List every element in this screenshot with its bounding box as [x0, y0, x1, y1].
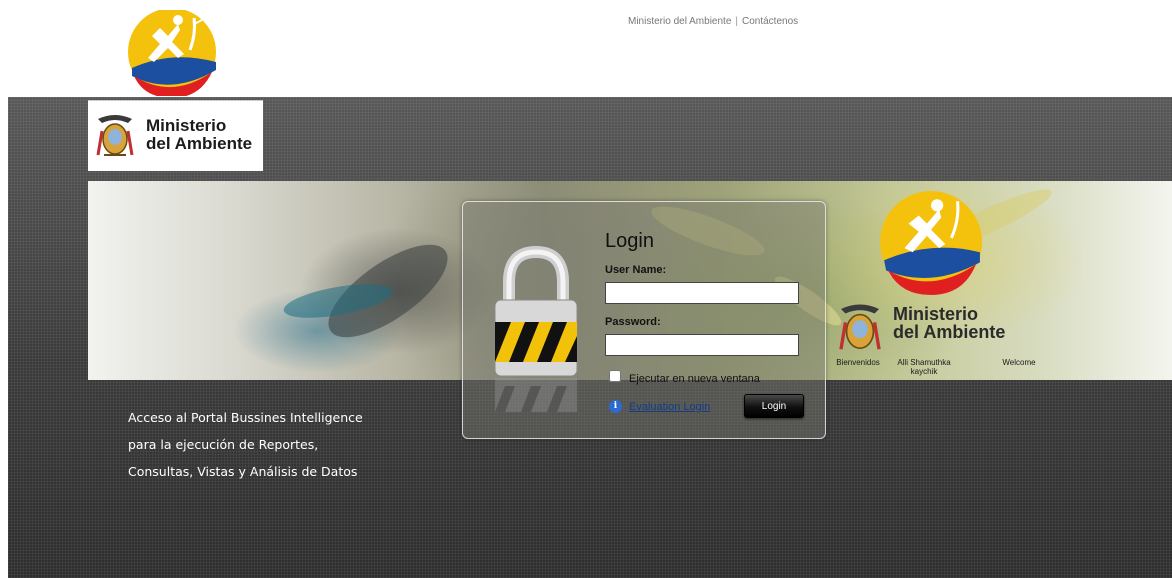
greeting-welcome: Welcome [1002, 358, 1036, 367]
greeting-kichwa: Alli Shamuthka kaychik [897, 358, 951, 376]
portal-description: Acceso al Portal Bussines Intelligence p… [128, 404, 458, 485]
padlock-icon [494, 246, 578, 412]
ecuador-logo-icon [128, 10, 216, 96]
greeting-bienvenidos: Bienvenidos [836, 358, 880, 367]
login-panel: Login User Name: Password: Ejecutar en n… [462, 201, 826, 439]
description-line: para la ejecución de Reportes, [128, 437, 319, 452]
description-line: Acceso al Portal Bussines Intelligence [128, 410, 363, 425]
info-icon: i [609, 400, 622, 413]
username-label: User Name: [605, 264, 667, 276]
link-separator: | [735, 16, 738, 27]
username-input[interactable] [605, 282, 799, 304]
banner-ecuador-logo-icon [880, 191, 982, 295]
login-title: Login [605, 230, 654, 252]
ministry-brand-box: Ministerio del Ambiente [88, 100, 263, 171]
banner-ministry-name: Ministerio del Ambiente [893, 305, 1005, 341]
banner-ministry-line1: Ministerio [893, 304, 979, 324]
banner-coat-of-arms-icon [839, 304, 881, 350]
password-input[interactable] [605, 334, 799, 356]
new-window-checkbox[interactable] [609, 370, 621, 382]
header-links: Ministerio del Ambiente | Contáctenos [628, 16, 798, 27]
login-button[interactable]: Login [744, 394, 804, 418]
link-ministerio[interactable]: Ministerio del Ambiente [628, 16, 731, 27]
description-line: Consultas, Vistas y Análisis de Datos [128, 464, 358, 479]
new-window-label: Ejecutar en nueva ventana [629, 373, 760, 385]
link-contactenos[interactable]: Contáctenos [742, 16, 798, 27]
password-label: Password: [605, 316, 661, 328]
coat-of-arms-icon [96, 115, 134, 156]
ministry-name-line1: Ministerio [146, 116, 227, 135]
ministry-name: Ministerio del Ambiente [146, 117, 252, 153]
banner-ministry-line2: del Ambiente [893, 322, 1006, 342]
ministry-name-line2: del Ambiente [146, 134, 253, 153]
evaluation-login-link[interactable]: Evaluation Login [629, 401, 710, 413]
